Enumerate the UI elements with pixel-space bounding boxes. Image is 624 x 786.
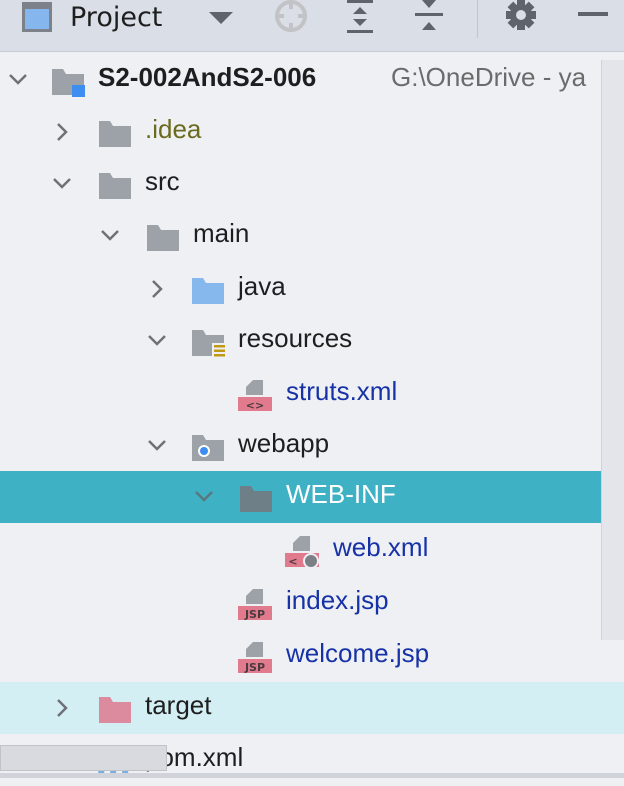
chevron-down-icon[interactable] <box>8 70 28 90</box>
svg-text:<>: <> <box>246 399 264 411</box>
dropdown-arrow-icon[interactable] <box>208 10 234 26</box>
panel-title[interactable]: Project <box>70 2 162 33</box>
tree-item-label: target <box>145 690 212 720</box>
tree-item-src[interactable]: src <box>0 158 624 210</box>
horizontal-scrollbar[interactable] <box>0 745 167 771</box>
tree-item-label: java <box>238 271 286 301</box>
tree-item-label: src <box>145 166 180 196</box>
svg-text:JSP: JSP <box>244 608 265 620</box>
tree-item-web-xml[interactable]: < web.xml <box>0 524 624 576</box>
tree-item-struts-xml[interactable]: <> struts.xml <box>0 368 624 420</box>
excluded-folder-icon <box>99 697 131 723</box>
tree-item-s2-002ands2-006[interactable]: S2-002AndS2-006 G:\OneDrive - ya <box>0 54 624 106</box>
chevron-right-icon[interactable] <box>147 279 167 299</box>
tree-item-label: index.jsp <box>286 585 389 615</box>
source-folder-icon <box>192 278 224 304</box>
folder-icon <box>99 121 131 147</box>
tree-item-label: welcome.jsp <box>286 638 430 668</box>
tree-item-label: struts.xml <box>286 376 398 406</box>
tree-item-index-jsp[interactable]: JSP index.jsp <box>0 577 624 629</box>
folder-icon <box>240 486 272 512</box>
module-folder-icon <box>52 69 85 97</box>
jsp-file-icon: JSP <box>238 589 272 620</box>
folder-icon <box>99 173 131 199</box>
xml-file-icon: <> <box>238 380 272 411</box>
folder-icon <box>147 225 179 251</box>
tree-item-web-inf[interactable]: WEB-INF <box>0 471 624 523</box>
vertical-scrollbar[interactable] <box>601 60 624 640</box>
svg-text:<: < <box>288 555 297 567</box>
tree-item-webapp[interactable]: webapp <box>0 420 624 472</box>
resources-folder-icon <box>192 330 225 358</box>
tree-item-label: web.xml <box>333 532 429 562</box>
panel-bottom-border <box>0 773 624 778</box>
tree-item-label: main <box>193 218 250 248</box>
web-folder-icon <box>192 435 224 461</box>
toolbar-divider <box>477 0 478 38</box>
chevron-down-icon[interactable] <box>194 487 214 507</box>
project-tree[interactable]: S2-002AndS2-006 G:\OneDrive - ya .idea src m… <box>0 53 624 778</box>
chevron-down-icon[interactable] <box>147 331 167 351</box>
chevron-right-icon[interactable] <box>52 122 72 142</box>
svg-text:JSP: JSP <box>244 661 265 673</box>
tree-item-label: WEB-INF <box>286 479 396 509</box>
web-xml-file-icon: < <box>285 536 319 567</box>
tree-item-label: resources <box>238 323 353 353</box>
expand-all-icon[interactable] <box>345 0 375 34</box>
minimize-icon[interactable] <box>578 12 608 18</box>
project-toolbar: Project <box>0 0 624 52</box>
tree-item-target[interactable]: target <box>0 682 624 734</box>
tree-item-label: .idea <box>145 114 202 144</box>
tree-item-main[interactable]: main <box>0 210 624 262</box>
chevron-down-icon[interactable] <box>100 226 120 246</box>
tree-item-label: S2-002AndS2-006 <box>98 62 317 92</box>
locate-icon[interactable] <box>271 0 311 34</box>
project-view-icon <box>22 2 52 32</box>
gear-icon[interactable] <box>504 0 538 34</box>
chevron-down-icon[interactable] <box>52 174 72 194</box>
tree-item-welcome-jsp[interactable]: JSP welcome.jsp <box>0 630 624 682</box>
tree-item-java[interactable]: java <box>0 263 624 315</box>
project-path: G:\OneDrive - ya <box>391 62 587 92</box>
tree-item-resources[interactable]: resources <box>0 315 624 367</box>
collapse-all-icon[interactable] <box>414 0 444 34</box>
tree-item-label: webapp <box>238 428 330 458</box>
jsp-file-icon: JSP <box>238 642 272 673</box>
chevron-down-icon[interactable] <box>147 436 167 456</box>
tree-item-idea[interactable]: .idea <box>0 106 624 158</box>
chevron-right-icon[interactable] <box>52 698 72 718</box>
